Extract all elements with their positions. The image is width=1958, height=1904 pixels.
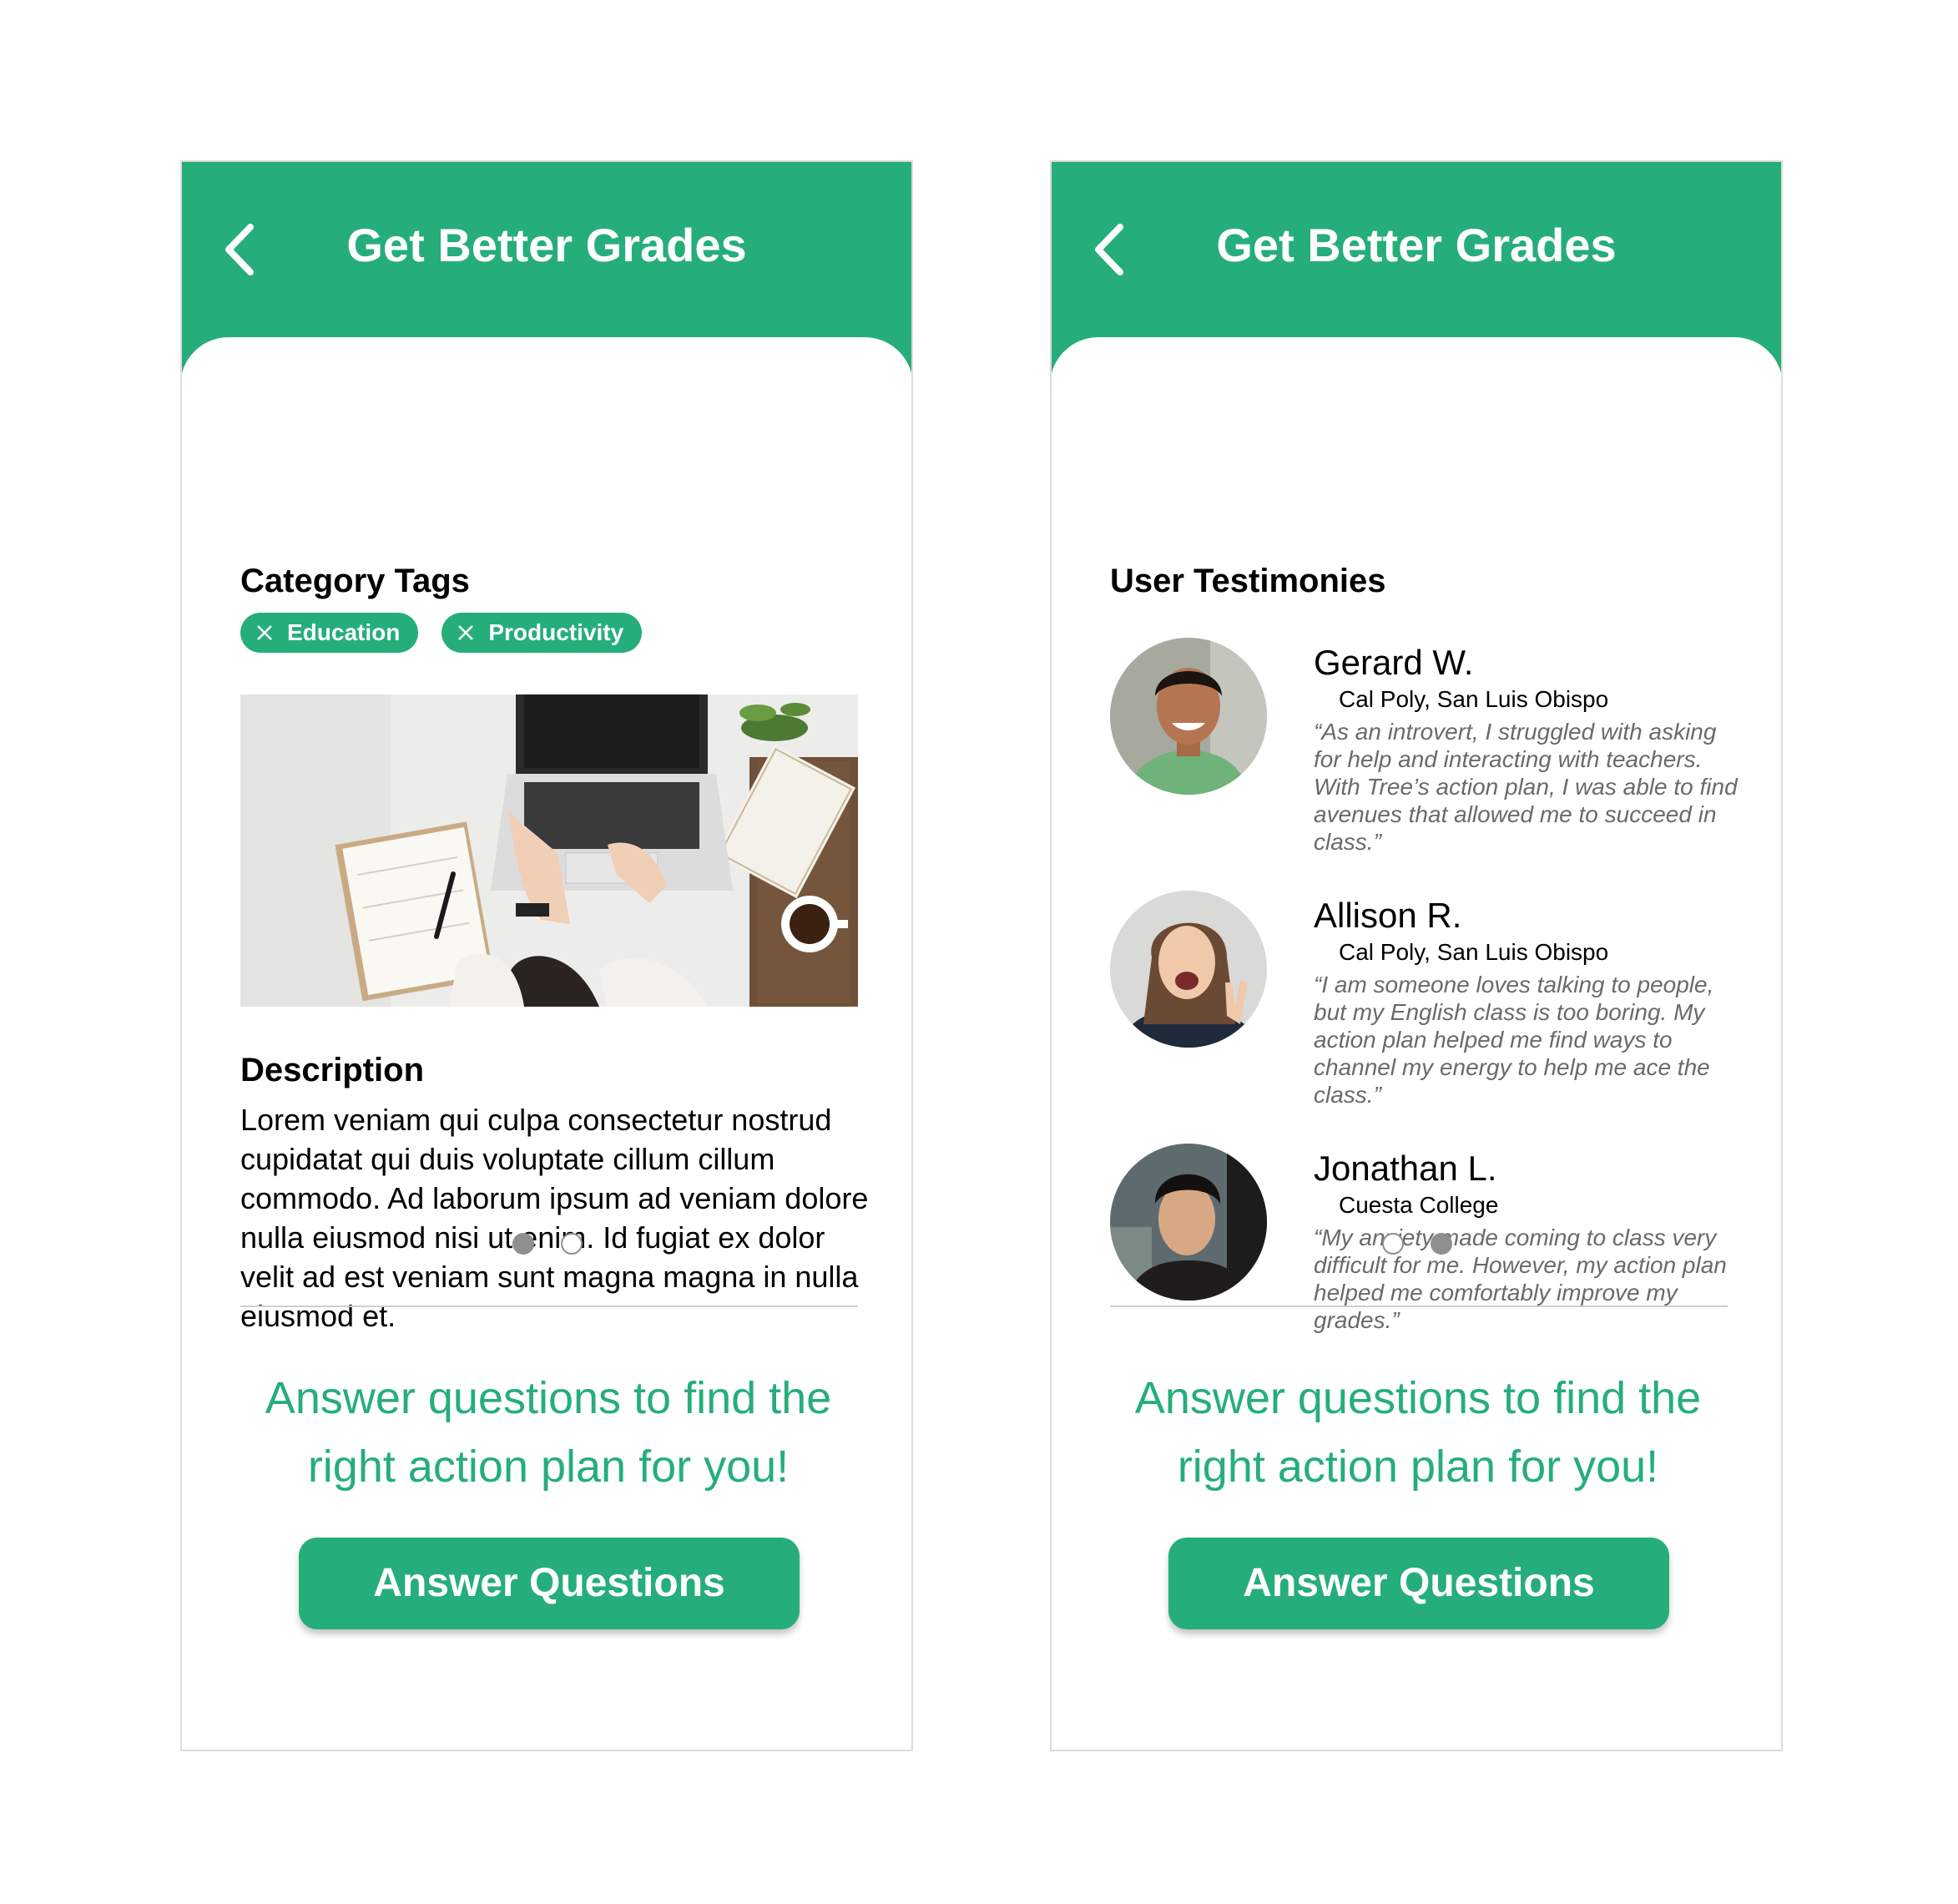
page-dot-1-active[interactable]	[512, 1233, 534, 1255]
cta-text: Answer questions to find the right actio…	[265, 1373, 832, 1492]
close-icon[interactable]	[457, 624, 475, 642]
tag-label: Education	[287, 619, 401, 645]
testimonial-quote: “I am someone loves talking to people, b…	[1314, 972, 1714, 1108]
answer-questions-button[interactable]: Answer Questions	[299, 1538, 800, 1629]
category-tags-heading: Category Tags	[240, 563, 470, 599]
description-text: Lorem veniam qui culpa consectetur nostr…	[240, 1103, 869, 1333]
user-testimonies-heading: User Testimonies	[1110, 563, 1386, 599]
close-icon[interactable]	[255, 624, 274, 642]
carousel-pagination	[1382, 1233, 1479, 1256]
avatar	[1110, 1144, 1267, 1300]
testimonial-school: Cal Poly, San Luis Obispo	[1339, 939, 1609, 965]
laptop-workspace-photo	[240, 694, 858, 1007]
testimonial-card: Allison R. Cal Poly, San Luis Obispo “I …	[1110, 891, 1761, 1133]
page-title: Get Better Grades	[346, 219, 747, 271]
testimonial-school: Cuesta College	[1339, 1192, 1499, 1218]
divider	[240, 1306, 858, 1307]
answer-questions-button[interactable]: Answer Questions	[1168, 1538, 1669, 1629]
description-heading: Description	[240, 1052, 425, 1088]
testimonial-school: Cal Poly, San Luis Obispo	[1339, 686, 1609, 712]
page-dot-2[interactable]	[561, 1233, 583, 1255]
testimonial-name: Jonathan L.	[1314, 1149, 1497, 1188]
page-title: Get Better Grades	[1216, 219, 1617, 271]
tag-label: Productivity	[488, 619, 624, 645]
tag-productivity[interactable]: Productivity	[442, 613, 643, 653]
testimonial-quote: “My anxiety made coming to class very di…	[1314, 1225, 1727, 1333]
divider	[1110, 1306, 1728, 1307]
tag-education[interactable]: Education	[240, 613, 419, 653]
tag-list: Education Productivity	[240, 613, 665, 654]
testimonial-card: Gerard W. Cal Poly, San Luis Obispo “As …	[1110, 638, 1761, 880]
carousel-pagination	[512, 1233, 609, 1256]
avatar	[1110, 891, 1267, 1048]
testimonial-name: Allison R.	[1314, 896, 1462, 935]
testimonial-card: Jonathan L. Cuesta College “My anxiety m…	[1110, 1144, 1761, 1386]
screen-testimonies: Get Better Grades User Testimonies Gerar…	[1050, 160, 1783, 1751]
page-dot-1[interactable]	[1382, 1233, 1404, 1255]
testimonial-name: Gerard W.	[1314, 643, 1474, 682]
page-dot-2-active[interactable]	[1431, 1233, 1452, 1255]
testimonial-quote: “As an introvert, I struggled with askin…	[1314, 719, 1738, 855]
screen-overview: Get Better Grades Category Tags Educatio…	[180, 160, 913, 1751]
cta-text: Answer questions to find the right actio…	[1134, 1373, 1702, 1492]
avatar	[1110, 638, 1267, 795]
